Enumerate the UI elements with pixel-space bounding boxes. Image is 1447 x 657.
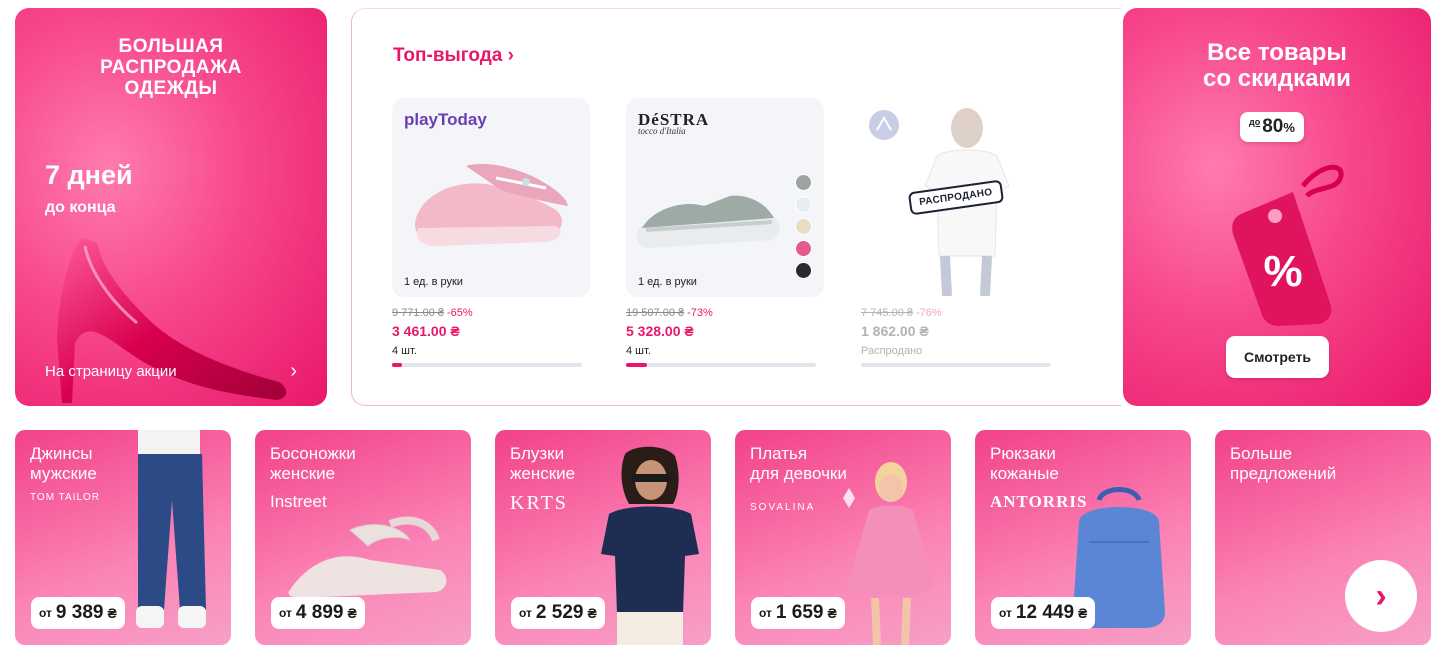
old-price: 7 745.00 ₴ -76% xyxy=(861,307,942,319)
percent-symbol: % xyxy=(1263,247,1302,296)
brand-logo: ANTORRIS xyxy=(990,492,1088,511)
girl-dress-model-image xyxy=(843,462,935,645)
price-pill: от 4 899 ₴ xyxy=(271,597,365,629)
stock-status: Распродано xyxy=(861,345,923,357)
current-price: 1 862.00 ₴ xyxy=(861,323,929,339)
card-label: Босоножки женские xyxy=(270,444,356,483)
chevron-right-icon[interactable]: › xyxy=(1345,560,1417,632)
category-card-more-offers[interactable]: Больше предложений › xyxy=(1215,430,1431,645)
days-left-label: до конца xyxy=(45,199,116,216)
promo-page-link[interactable]: На страницу акции xyxy=(45,363,177,380)
current-price: 5 328.00 ₴ xyxy=(626,323,694,339)
category-card-blouses[interactable]: Блузки женские KRTS от 2 529 ₴ xyxy=(495,430,711,645)
product-card[interactable]: playToday 1 ед. в руки 9 771.00 ₴ -65% 3 … xyxy=(392,98,590,367)
promo-title: Все товары со скидками xyxy=(1203,39,1351,92)
brand-logo: KRTS xyxy=(510,492,568,514)
card-label: Рюкзаки кожаные xyxy=(990,444,1059,483)
color-swatch[interactable] xyxy=(795,240,812,257)
promo-banner-all-discounts[interactable]: Все товары со скидками до 80% % Смотреть xyxy=(1123,8,1431,406)
promo-title: БОЛЬШАЯ РАСПРОДАЖА ОДЕЖДЫ xyxy=(100,36,242,99)
brand-logo: TOM TAILOR xyxy=(30,492,101,503)
sandals-image xyxy=(288,516,447,598)
grey-sandals-image xyxy=(637,195,780,248)
per-hand-limit: 1 ед. в руки xyxy=(404,276,463,288)
chevron-right-icon[interactable]: › xyxy=(290,360,297,383)
product-card[interactable]: DéSTRA tocco d'Italia 1 ед. в руки 19 50… xyxy=(626,98,824,367)
discount-percent: -73% xyxy=(687,307,713,319)
brand-logo-playtoday: playToday xyxy=(404,110,487,129)
brand-logo-icon xyxy=(869,110,899,140)
view-button[interactable]: Смотреть xyxy=(1226,336,1329,378)
color-swatch[interactable] xyxy=(795,174,812,191)
old-price: 9 771.00 ₴ -65% xyxy=(392,307,473,319)
brand-subtitle: tocco d'Italia xyxy=(638,126,686,136)
stock-progress-fill xyxy=(392,363,402,367)
stock-qty: 4 шт. xyxy=(626,345,651,357)
color-swatch[interactable] xyxy=(795,262,812,279)
top-deals-title[interactable]: Топ-выгода › xyxy=(393,45,514,67)
discount-percent: -65% xyxy=(447,307,473,319)
pink-sneakers-image xyxy=(414,163,568,246)
jeans-model-image xyxy=(136,430,206,628)
price-tag-icon: % xyxy=(1232,164,1344,326)
old-price: 19 507.00 ₴ -73% xyxy=(626,307,713,319)
stock-progress-bar xyxy=(392,363,582,367)
discount-percent: -76% xyxy=(916,307,942,319)
category-card-leather-backpacks[interactable]: Рюкзаки кожаные ANTORRIS от 12 449 ₴ xyxy=(975,430,1191,645)
product-image[interactable]: РАСПРОДАНО xyxy=(861,98,1059,297)
price-pill: от 12 449 ₴ xyxy=(991,597,1096,629)
stock-qty: 4 шт. xyxy=(392,345,417,357)
category-card-girl-dresses[interactable]: Платья для девочки SOVALINA от 1 659 ₴ xyxy=(735,430,951,645)
scroll-fade xyxy=(1041,9,1121,405)
promo-banner-big-sale[interactable]: БОЛЬШАЯ РАСПРОДАЖА ОДЕЖДЫ 7 дней до конц… xyxy=(15,8,327,406)
card-label: Платья для девочки xyxy=(750,444,847,483)
brand-logo: SOVALINA xyxy=(750,502,816,513)
card-label: Джинсы мужские xyxy=(30,444,97,483)
color-swatches xyxy=(795,174,812,279)
product-image[interactable]: playToday 1 ед. в руки xyxy=(392,98,590,297)
color-swatch[interactable] xyxy=(795,196,812,213)
brand-logo: Instreet xyxy=(270,492,327,511)
days-left-count: 7 дней xyxy=(45,160,133,190)
stock-progress-bar xyxy=(626,363,816,367)
product-card-soldout[interactable]: РАСПРОДАНО 7 745.00 ₴ -76% 1 862.00 ₴ Рас… xyxy=(861,98,1059,367)
stock-progress-fill xyxy=(626,363,647,367)
top-deals-panel: Топ-выгода › playToday 1 ед. в руки 9 77… xyxy=(351,8,1121,406)
discount-badge: до 80% xyxy=(1240,112,1304,142)
product-image[interactable]: DéSTRA tocco d'Italia 1 ед. в руки xyxy=(626,98,824,297)
category-card-jeans[interactable]: Джинсы мужские TOM TAILOR от 9 389 ₴ xyxy=(15,430,231,645)
price-pill: от 1 659 ₴ xyxy=(751,597,845,629)
price-pill: от 9 389 ₴ xyxy=(31,597,125,629)
color-swatch[interactable] xyxy=(795,218,812,235)
blouse-model-image xyxy=(601,446,699,645)
per-hand-limit: 1 ед. в руки xyxy=(638,276,697,288)
category-card-sandals[interactable]: Босоножки женские Instreet от 4 899 ₴ xyxy=(255,430,471,645)
card-label: Блузки женские xyxy=(510,444,576,483)
stock-progress-bar xyxy=(861,363,1051,367)
current-price: 3 461.00 ₴ xyxy=(392,323,460,339)
card-label: Больше предложений xyxy=(1230,444,1337,483)
price-pill: от 2 529 ₴ xyxy=(511,597,605,629)
